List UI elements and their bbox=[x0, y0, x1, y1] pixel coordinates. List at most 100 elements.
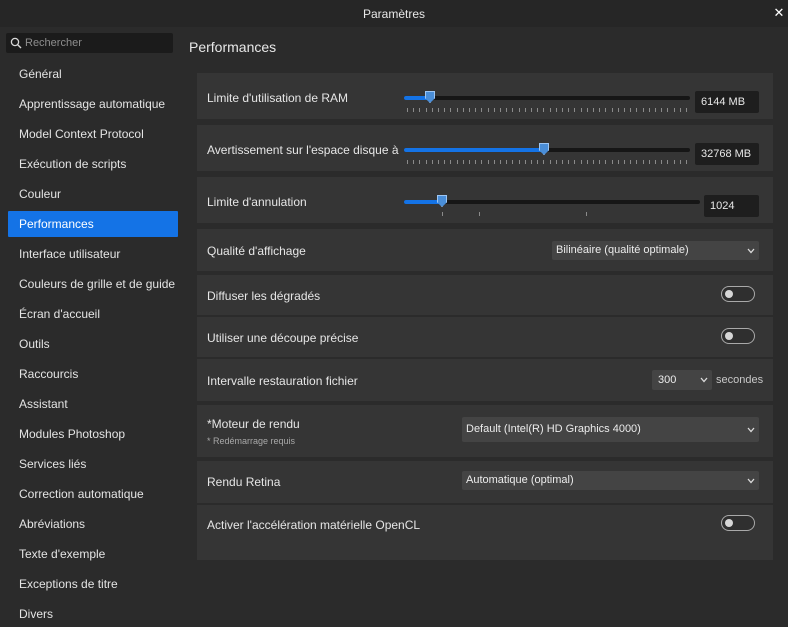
slider-tick bbox=[413, 160, 414, 164]
slider-tick bbox=[605, 160, 606, 164]
slider-tick bbox=[407, 160, 408, 164]
sidebar-item-scripting[interactable]: Exécution de scripts bbox=[8, 151, 178, 177]
page-title: Performances bbox=[189, 39, 277, 55]
slider-tick bbox=[463, 108, 464, 112]
ram-slider-thumb[interactable] bbox=[425, 91, 435, 103]
slider-tick bbox=[649, 160, 650, 164]
slider-tick bbox=[550, 108, 551, 112]
search-box[interactable] bbox=[6, 33, 173, 53]
slider-tick bbox=[457, 160, 458, 164]
slider-tick bbox=[661, 108, 662, 112]
undo-limit-slider[interactable] bbox=[404, 195, 700, 207]
sidebar-item-linked-services[interactable]: Services liés bbox=[8, 451, 178, 477]
disk-warning-value-field[interactable]: 32768 MB bbox=[695, 143, 759, 165]
slider-tick bbox=[630, 108, 631, 112]
file-recovery-interval-dropdown[interactable]: 300 bbox=[652, 370, 712, 390]
sidebar-item-assistant[interactable]: Assistant bbox=[8, 391, 178, 417]
sidebar-item-machine-learning[interactable]: Apprentissage automatique bbox=[8, 91, 178, 117]
slider-tick bbox=[512, 108, 513, 112]
undo-limit-value-field[interactable]: 1024 bbox=[704, 195, 759, 217]
setting-row-dither-gradients: Diffuser les dégradés bbox=[197, 275, 773, 315]
slider-tick bbox=[506, 160, 507, 164]
sidebar-item-abbreviations[interactable]: Abréviations bbox=[8, 511, 178, 537]
undo-tick bbox=[586, 212, 587, 216]
sidebar-item-performance[interactable]: Performances bbox=[8, 211, 178, 237]
chevron-down-icon bbox=[747, 417, 755, 442]
slider-tick bbox=[469, 108, 470, 112]
slider-tick bbox=[599, 108, 600, 112]
opencl-toggle[interactable] bbox=[721, 515, 755, 531]
slider-tick bbox=[556, 160, 557, 164]
sidebar-item-model-context-protocol[interactable]: Model Context Protocol bbox=[8, 121, 178, 147]
slider-tick bbox=[463, 160, 464, 164]
sidebar-item-welcome-screen[interactable]: Écran d'accueil bbox=[8, 301, 178, 327]
ram-label: Limite d'utilisation de RAM bbox=[207, 91, 349, 105]
chevron-down-icon bbox=[747, 471, 755, 490]
window-title: Paramètres bbox=[362, 6, 426, 21]
disk-warning-slider-thumb[interactable] bbox=[539, 143, 549, 155]
slider-tick bbox=[643, 160, 644, 164]
precise-clipping-label: Utiliser une découpe précise bbox=[207, 331, 359, 345]
display-quality-value: Bilinéaire (qualité optimale) bbox=[556, 244, 689, 256]
slider-tick bbox=[519, 108, 520, 112]
sidebar-item-general[interactable]: Général bbox=[8, 61, 178, 87]
render-engine-label: *Moteur de rendu bbox=[207, 417, 300, 431]
slider-tick bbox=[519, 160, 520, 164]
sidebar-item-grid-guide-colors[interactable]: Couleurs de grille et de guide bbox=[8, 271, 178, 297]
sidebar-item-photoshop-plugins[interactable]: Modules Photoshop bbox=[8, 421, 178, 447]
slider-tick bbox=[674, 160, 675, 164]
undo-limit-slider-fill bbox=[404, 200, 442, 204]
sidebar-item-color[interactable]: Couleur bbox=[8, 181, 178, 207]
slider-tick bbox=[599, 160, 600, 164]
ram-value-field[interactable]: 6144 MB bbox=[695, 91, 759, 113]
undo-tick bbox=[442, 212, 443, 216]
retina-rendering-dropdown[interactable]: Automatique (optimal) bbox=[462, 471, 759, 490]
render-engine-dropdown[interactable]: Default (Intel(R) HD Graphics 4000) bbox=[462, 417, 759, 442]
slider-tick bbox=[630, 160, 631, 164]
precise-clipping-toggle[interactable] bbox=[721, 328, 755, 344]
display-quality-dropdown[interactable]: Bilinéaire (qualité optimale) bbox=[552, 241, 759, 260]
sidebar-item-shortcuts[interactable]: Raccourcis bbox=[8, 361, 178, 387]
setting-row-undo-limit: Limite d'annulation 1024 bbox=[197, 177, 773, 223]
setting-row-precise-clipping: Utiliser une découpe précise bbox=[197, 317, 773, 357]
search-input[interactable] bbox=[25, 37, 165, 49]
sidebar-item-auto-correct[interactable]: Correction automatique bbox=[8, 481, 178, 507]
retina-rendering-value: Automatique (optimal) bbox=[466, 474, 574, 486]
slider-tick bbox=[537, 160, 538, 164]
slider-tick bbox=[525, 160, 526, 164]
slider-tick bbox=[568, 160, 569, 164]
slider-tick bbox=[525, 108, 526, 112]
undo-limit-label: Limite d'annulation bbox=[207, 195, 307, 209]
sidebar-item-misc[interactable]: Divers bbox=[8, 601, 178, 627]
sidebar-item-user-interface[interactable]: Interface utilisateur bbox=[8, 241, 178, 267]
slider-tick bbox=[481, 160, 482, 164]
slider-tick bbox=[667, 160, 668, 164]
slider-tick bbox=[537, 108, 538, 112]
opencl-label: Activer l'accélération matérielle OpenCL bbox=[207, 518, 421, 532]
slider-tick bbox=[574, 108, 575, 112]
disk-warning-label: Avertissement sur l'espace disque à bbox=[207, 143, 399, 157]
sidebar-item-title-exceptions[interactable]: Exceptions de titre bbox=[8, 571, 178, 597]
slider-tick bbox=[649, 108, 650, 112]
ram-slider[interactable] bbox=[404, 91, 690, 103]
sidebar-item-sample-text[interactable]: Texte d'exemple bbox=[8, 541, 178, 567]
slider-tick bbox=[438, 160, 439, 164]
dither-gradients-toggle[interactable] bbox=[721, 286, 755, 302]
sidebar: Général Apprentissage automatique Model … bbox=[0, 27, 186, 627]
slider-tick bbox=[426, 108, 427, 112]
sidebar-item-tools[interactable]: Outils bbox=[8, 331, 178, 357]
close-icon[interactable]: ✕ bbox=[770, 3, 788, 23]
slider-tick bbox=[432, 160, 433, 164]
slider-tick bbox=[612, 160, 613, 164]
disk-warning-slider[interactable] bbox=[404, 143, 690, 155]
slider-tick bbox=[469, 160, 470, 164]
slider-tick bbox=[562, 160, 563, 164]
slider-tick bbox=[419, 108, 420, 112]
slider-tick bbox=[686, 160, 687, 164]
title-bar: Paramètres ✕ bbox=[0, 0, 788, 27]
undo-limit-slider-thumb[interactable] bbox=[437, 195, 447, 207]
slider-tick bbox=[444, 108, 445, 112]
setting-row-opencl: Activer l'accélération matérielle OpenCL bbox=[197, 505, 773, 560]
undo-limit-slider-ticks bbox=[407, 212, 697, 216]
slider-tick bbox=[667, 108, 668, 112]
